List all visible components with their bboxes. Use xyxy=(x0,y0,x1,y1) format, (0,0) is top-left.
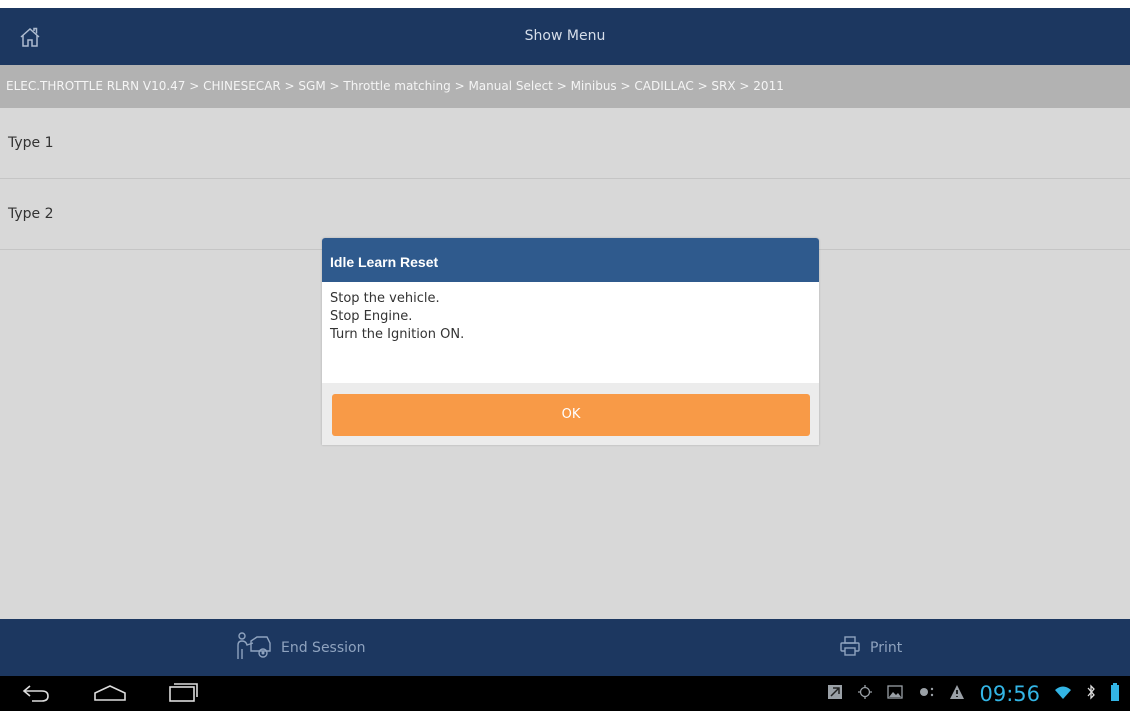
dialog-line: Stop Engine. xyxy=(330,309,413,324)
wifi-icon xyxy=(1054,684,1072,704)
footer-toolbar: End Session Print xyxy=(0,619,1130,676)
gps-icon xyxy=(857,684,873,704)
status-area: 09:56 xyxy=(827,676,1120,711)
page-title: Show Menu xyxy=(524,28,606,44)
mechanic-icon xyxy=(233,631,273,665)
print-button[interactable]: Print xyxy=(838,633,902,663)
dialog-title: Idle Learn Reset xyxy=(322,238,819,282)
clock: 09:56 xyxy=(979,681,1040,706)
end-session-button[interactable]: End Session xyxy=(233,631,366,665)
list-item-type-1[interactable]: Type 1 xyxy=(0,108,1130,179)
sync-icon xyxy=(917,684,935,704)
recent-apps-icon[interactable] xyxy=(167,682,199,708)
home-icon[interactable] xyxy=(92,682,128,708)
app-notification-icon xyxy=(827,684,843,704)
idle-learn-reset-dialog: Idle Learn Reset Stop the vehicle. Stop … xyxy=(322,238,819,445)
battery-icon xyxy=(1110,682,1120,705)
android-system-bar: 09:56 xyxy=(0,676,1130,711)
bluetooth-icon xyxy=(1086,683,1096,704)
dialog-line: Stop the vehicle. xyxy=(330,291,440,306)
app-header: Show Menu xyxy=(0,8,1130,65)
warning-icon xyxy=(949,684,965,704)
dialog-message: Stop the vehicle. Stop Engine. Turn the … xyxy=(322,282,819,383)
top-margin xyxy=(0,0,1130,8)
menu-list: Type 1 Type 2 xyxy=(0,108,1130,250)
printer-icon xyxy=(838,634,862,662)
dialog-line: Turn the Ignition ON. xyxy=(330,327,465,342)
ok-button[interactable]: OK xyxy=(332,394,810,436)
image-icon xyxy=(887,684,904,704)
breadcrumb: ELEC.THROTTLE RLRN V10.47 > CHINESECAR >… xyxy=(0,65,1130,108)
end-session-label: End Session xyxy=(281,640,366,656)
back-icon[interactable] xyxy=(20,682,52,708)
print-label: Print xyxy=(870,640,903,656)
